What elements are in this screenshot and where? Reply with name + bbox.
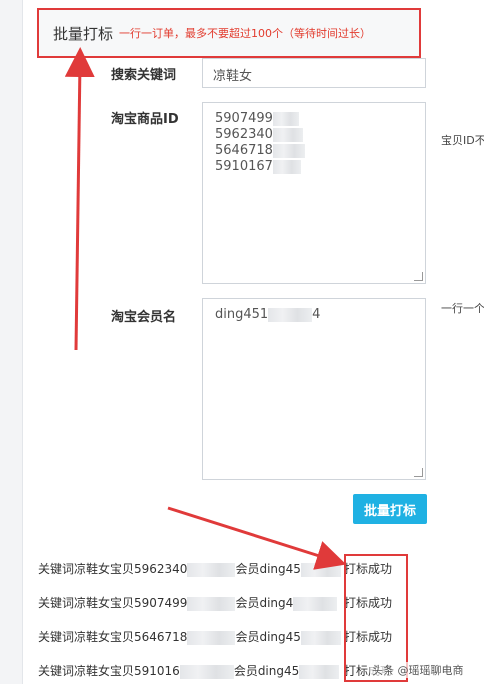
resize-handle[interactable] [414,272,423,281]
item-id-line: 5910167 [215,159,413,175]
page-header: 批量打标 一行一订单，最多不要超过100个（等待时间过长） [37,8,421,58]
main-panel: 批量打标 一行一订单，最多不要超过100个（等待时间过长） 搜索关键词 凉鞋女 … [22,0,484,684]
item-id-label: 淘宝商品ID [111,112,179,127]
keyword-label: 搜索关键词 [111,68,177,83]
member-hint: 一行一个 [441,302,484,315]
item-id-textarea[interactable]: 5907499 5962340 5646718 5910167 [202,102,426,284]
item-id-line: 5646718 [215,143,413,159]
item-id-line: 5962340 [215,127,413,143]
item-id-line: 5907499 [215,111,413,127]
member-label: 淘宝会员名 [111,310,177,325]
member-line: ding451 4 [215,307,321,322]
page-title: 批量打标 [53,24,114,43]
item-id-hint: 宝贝ID不 [441,134,484,147]
member-textarea[interactable]: ding451 4 [202,298,426,480]
header-note: 一行一订单，最多不要超过100个（等待时间过长） [119,27,372,40]
batch-tag-button[interactable]: 批量打标 [353,494,427,524]
resize-handle[interactable] [414,468,423,477]
watermark: 头条 @瑶瑶聊电商 [370,662,466,678]
keyword-input[interactable]: 凉鞋女 [202,58,426,88]
